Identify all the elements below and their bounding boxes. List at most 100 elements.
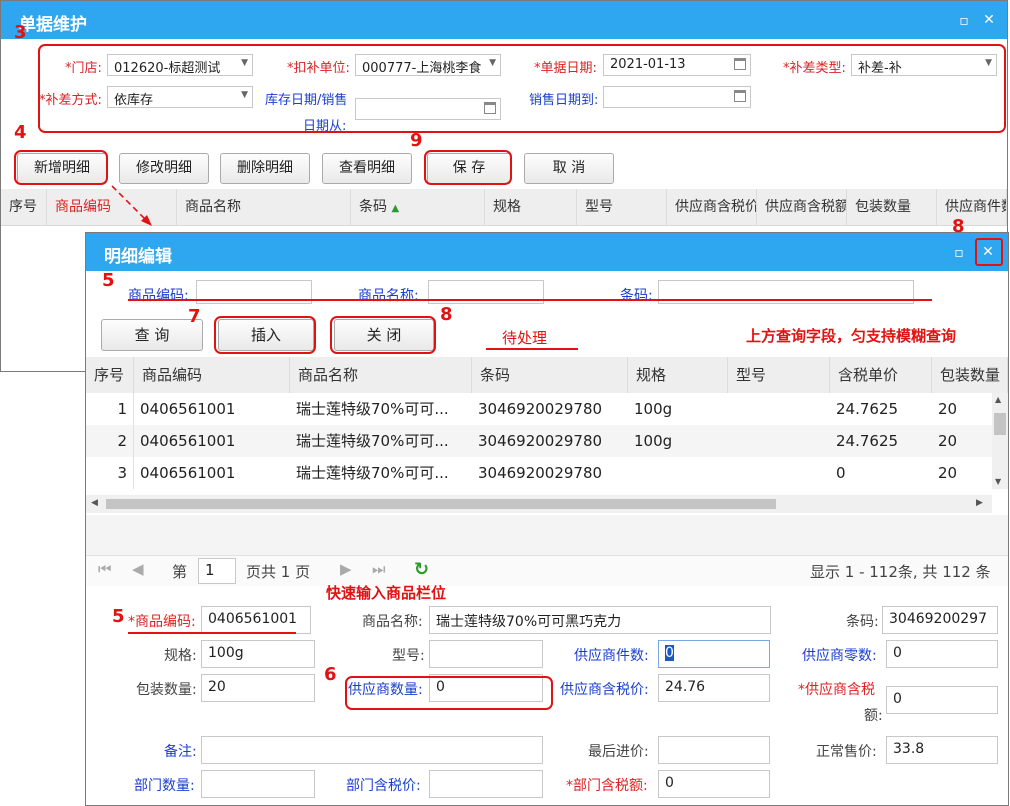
column-header[interactable]: 序号 xyxy=(86,357,134,393)
form-name-label: 商品名称: xyxy=(362,614,423,630)
annotation-underline-code xyxy=(128,632,296,634)
detail-grid-header: 序号 商品编码 商品名称 条码 规格 型号 含税单价 包装数量 xyxy=(86,357,1008,394)
detail-titlebar: 明细编辑 ▫ ✕ xyxy=(86,233,1008,271)
form-last-price-label: 最后进价: xyxy=(588,744,649,760)
column-header[interactable]: 含税单价 xyxy=(830,357,932,393)
column-header[interactable]: 条码 xyxy=(472,357,628,393)
vertical-scrollbar[interactable]: ▲ ▼ xyxy=(992,393,1008,489)
form-spec-label: 规格: xyxy=(164,648,197,664)
pager-summary: 显示 1 - 112条, 共 112 条 xyxy=(810,563,991,581)
form-name-input[interactable]: 瑞士莲特级70%可可黑巧克力 xyxy=(429,606,771,634)
form-pack-qty-input[interactable]: 20 xyxy=(201,674,315,702)
grid-empty-area xyxy=(86,515,1008,555)
form-pack-qty-label: 包装数量: xyxy=(136,682,197,698)
page-number-input[interactable]: 1 xyxy=(198,558,236,584)
row-model xyxy=(728,393,830,425)
column-header[interactable]: 商品名称 xyxy=(290,357,472,393)
form-code-input[interactable]: 0406561001 xyxy=(201,606,311,634)
annotation-dashed-arrow xyxy=(111,185,149,223)
row-seq: 3 xyxy=(86,457,134,489)
row-pack: 20 xyxy=(938,464,958,482)
form-supplier-loose-label: 供应商零数: xyxy=(802,648,877,664)
form-model-input[interactable] xyxy=(429,640,543,668)
row-model xyxy=(728,457,830,489)
row-code: 0406561001 xyxy=(140,464,236,482)
page-prefix: 第 xyxy=(172,563,188,581)
pager-bar: ⏮ ◀ 第 1 页共 1 页 ▶ ⏭ ↻ 显示 1 - 112条, 共 112 … xyxy=(86,555,1008,586)
form-last-price-input[interactable] xyxy=(658,736,770,764)
next-page-icon[interactable]: ▶ xyxy=(340,560,352,578)
annotation-box-close-x xyxy=(975,238,1003,266)
last-page-icon[interactable]: ⏭ xyxy=(372,560,386,578)
form-dept-qty-input[interactable] xyxy=(201,770,315,798)
first-page-icon[interactable]: ⏮ xyxy=(98,560,112,578)
horizontal-scrollbar[interactable]: ◀ ▶ xyxy=(86,495,992,513)
annotation-underline-pending xyxy=(486,348,578,350)
row-pack: 20 xyxy=(938,432,958,450)
detail-window-title: 明细编辑 xyxy=(104,247,172,267)
row-price: 24.7625 xyxy=(836,400,899,418)
form-supplier-tax-amount-label-line1: *供应商含税 xyxy=(798,682,875,698)
scrollbar-thumb[interactable] xyxy=(106,499,776,509)
form-normal-price-label: 正常售价: xyxy=(816,744,877,760)
scroll-left-icon[interactable]: ◀ xyxy=(91,498,98,508)
table-row[interactable]: 1 0406561001 瑞士莲特级70%可可... 3046920029780… xyxy=(86,393,992,425)
row-seq: 1 xyxy=(86,393,134,425)
form-dept-qty-label: 部门数量: xyxy=(134,778,195,794)
column-header[interactable]: 型号 xyxy=(728,357,830,393)
form-supplier-tax-amount-label-line2: 额: xyxy=(864,708,883,724)
form-supplier-pieces-value: 0 xyxy=(665,645,674,661)
form-supplier-tax-amount-input[interactable]: 0 xyxy=(886,686,998,714)
table-row[interactable]: 3 0406561001 瑞士莲特级70%可可... 3046920029780… xyxy=(86,457,992,489)
row-code: 0406561001 xyxy=(140,432,236,450)
annotation-number: 6 xyxy=(324,664,337,685)
row-barcode: 3046920029780 xyxy=(478,432,603,450)
form-supplier-pieces-input[interactable]: 0 xyxy=(658,640,770,668)
row-spec: 100g xyxy=(634,400,673,418)
row-name: 瑞士莲特级70%可可... xyxy=(296,464,449,482)
pending-label: 待处理 xyxy=(502,329,548,347)
form-dept-tax-price-input[interactable] xyxy=(429,770,543,798)
search-barcode-label: 条码: xyxy=(620,288,653,304)
row-price: 0 xyxy=(836,464,846,482)
prev-page-icon[interactable]: ◀ xyxy=(132,560,144,578)
form-remark-input[interactable] xyxy=(201,736,543,764)
row-name: 瑞士莲特级70%可可... xyxy=(296,432,449,450)
search-name-label: 商品名称: xyxy=(358,288,419,304)
maximize-icon[interactable]: ▫ xyxy=(950,244,968,262)
table-row[interactable]: 2 0406561001 瑞士莲特级70%可可... 3046920029780… xyxy=(86,425,992,457)
form-barcode-label: 条码: xyxy=(846,614,879,630)
scrollbar-thumb[interactable] xyxy=(994,413,1006,435)
search-code-label: 商品编码: xyxy=(128,288,189,304)
form-remark-label: 备注: xyxy=(164,744,197,760)
column-header[interactable]: 规格 xyxy=(628,357,728,393)
form-normal-price-input[interactable]: 33.8 xyxy=(886,736,998,764)
form-supplier-tax-price-input[interactable]: 24.76 xyxy=(658,674,770,702)
form-supplier-tax-price-label: 供应商含税价: xyxy=(560,682,649,698)
scroll-right-icon[interactable]: ▶ xyxy=(976,498,983,508)
annotation-number: 5 xyxy=(102,270,115,291)
scroll-up-icon[interactable]: ▲ xyxy=(995,395,1001,404)
annotation-box-insert xyxy=(214,316,316,354)
annotation-box-close-button xyxy=(330,316,436,354)
annotation-number: 7 xyxy=(188,306,201,327)
annotation-box-supplier-qty xyxy=(345,676,553,710)
row-pack: 20 xyxy=(938,400,958,418)
form-dept-tax-amount-input[interactable]: 0 xyxy=(658,770,770,798)
annotation-number: 5 xyxy=(112,606,125,627)
row-spec: 100g xyxy=(634,432,673,450)
column-header[interactable]: 商品编码 xyxy=(134,357,290,393)
annotation-underline-search xyxy=(128,299,932,301)
scroll-down-icon[interactable]: ▼ xyxy=(995,477,1001,486)
refresh-icon[interactable]: ↻ xyxy=(414,559,429,580)
row-code: 0406561001 xyxy=(140,400,236,418)
row-price: 24.7625 xyxy=(836,432,899,450)
form-spec-input[interactable]: 100g xyxy=(201,640,315,668)
form-dept-tax-price-label: 部门含税价: xyxy=(346,778,421,794)
annotation-number: 8 xyxy=(952,216,965,237)
column-header[interactable]: 包装数量 xyxy=(932,357,1008,393)
row-barcode: 3046920029780 xyxy=(478,464,603,482)
form-code-label: *商品编码: xyxy=(128,614,196,630)
form-barcode-input[interactable]: 30469200297 xyxy=(882,606,998,634)
form-supplier-loose-input[interactable]: 0 xyxy=(886,640,998,668)
